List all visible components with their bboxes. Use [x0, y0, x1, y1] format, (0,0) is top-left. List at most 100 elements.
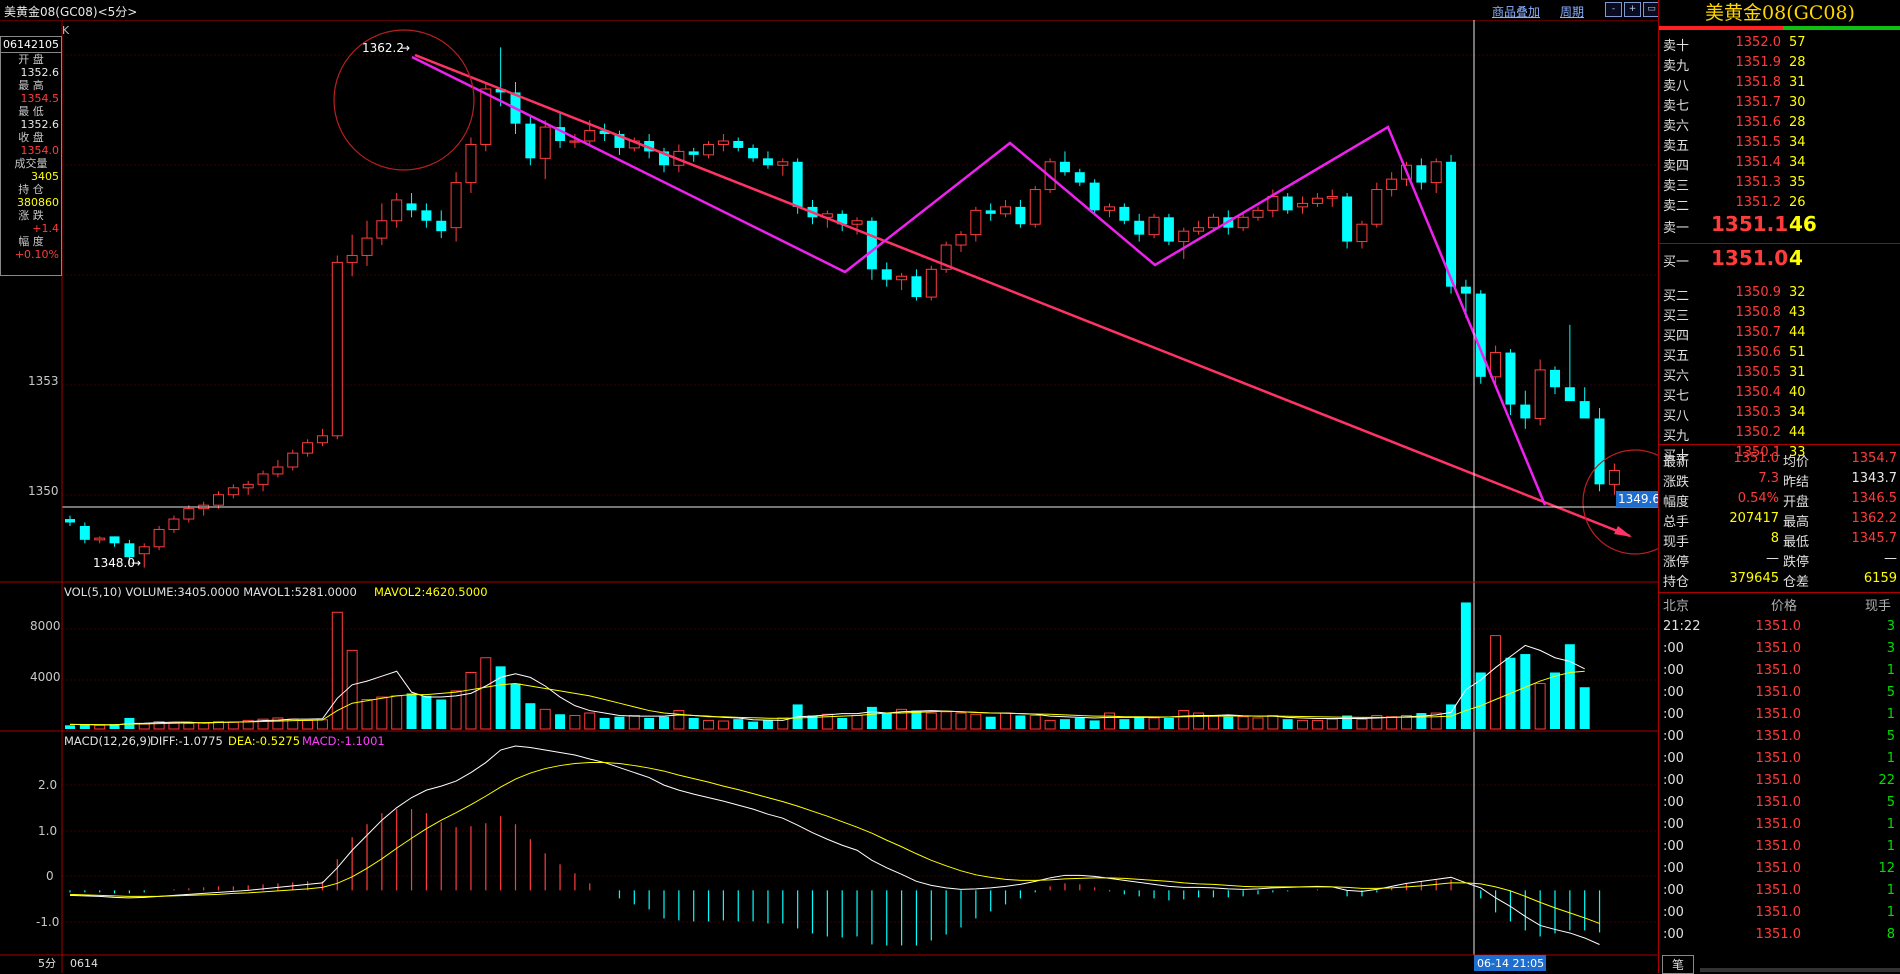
bid-row[interactable]: 买三 1350.8 43 — [1659, 302, 1900, 324]
volume-bar-down — [911, 710, 922, 729]
volume-bar-up — [955, 712, 967, 730]
candle-body-down — [762, 158, 773, 166]
candle-body-up — [1237, 216, 1249, 229]
horizontal-scrollbar[interactable] — [1700, 968, 1900, 972]
tick-volume: 1 — [1886, 817, 1895, 832]
ask-row[interactable]: 卖二 1351.2 26 — [1659, 192, 1900, 214]
vol-tick-8000: 8000 — [30, 619, 61, 633]
bid-price: 1350.2 — [1735, 425, 1782, 440]
ask-row[interactable]: 卖六 1351.6 28 — [1659, 112, 1900, 134]
macd-tick-0: 0 — [46, 869, 54, 883]
volume-bar-down — [748, 721, 759, 729]
bid-row[interactable]: 买五 1350.6 51 — [1659, 342, 1900, 364]
volume-bar-up — [1534, 683, 1546, 730]
ask-row[interactable]: 卖八 1351.8 31 — [1659, 72, 1900, 94]
tick-volume: 1 — [1886, 707, 1895, 722]
volume-bar-down — [1564, 644, 1575, 729]
tick-price: 1351.0 — [1755, 729, 1802, 744]
ask-volume: 28 — [1789, 115, 1806, 130]
info-value: 1352.6 — [20, 66, 60, 79]
volume-bar-down — [495, 666, 506, 729]
trend-annotations — [333, 29, 1658, 555]
bid-price: 1351.0 — [1711, 246, 1789, 270]
candle-body-up — [970, 209, 982, 236]
tick-volume: 3 — [1886, 619, 1895, 634]
candle-body-up — [1371, 189, 1383, 225]
macd-tick-neg1: -1.0 — [36, 915, 59, 929]
candle-body-down — [1550, 369, 1560, 388]
low-arrow-icon: → — [131, 556, 141, 570]
info-label: 成交量 — [14, 157, 48, 170]
ask-row[interactable]: 卖三 1351.3 35 — [1659, 172, 1900, 194]
volume-bar-down — [599, 717, 610, 729]
ask-row[interactable]: 卖一 1351.1 46 — [1659, 212, 1900, 236]
ask-price: 1351.7 — [1735, 95, 1782, 110]
volume-bar-up — [391, 695, 403, 730]
candle-body-up — [703, 143, 715, 156]
candle-body-down — [1163, 217, 1174, 242]
candle-body-up — [302, 442, 314, 454]
tick-price: 1351.0 — [1755, 619, 1802, 634]
candle-body-down — [866, 220, 877, 270]
bid-row[interactable]: 买七 1350.4 40 — [1659, 382, 1900, 404]
candle-body-up — [287, 452, 299, 468]
tick-volume: 5 — [1886, 685, 1895, 700]
candle-body-up — [272, 466, 284, 475]
volume-bar-down — [406, 693, 417, 729]
volume-bar-up — [569, 714, 581, 730]
tick-volume: 12 — [1878, 861, 1895, 876]
tick-row: :00 1351.0 5 — [1659, 726, 1900, 748]
ask-volume: 26 — [1789, 195, 1806, 210]
info-label: 最 高 — [18, 79, 44, 92]
tick-row: :00 1351.0 8 — [1659, 924, 1900, 946]
info-label: 最 低 — [18, 105, 44, 118]
ask-row[interactable]: 卖七 1351.7 30 — [1659, 92, 1900, 114]
ask-row[interactable]: 卖十 1352.0 57 — [1659, 32, 1900, 54]
volume-bar-up — [1356, 718, 1368, 730]
ticks-tab[interactable]: 笔 — [1662, 955, 1694, 974]
volume-bar-up — [376, 696, 388, 730]
volume-bar-down — [436, 699, 447, 729]
volume-bar-down — [1089, 720, 1100, 729]
tick-row: :00 1351.0 3 — [1659, 638, 1900, 660]
stat-value: 8 — [1770, 531, 1779, 546]
bid-row[interactable]: 买九 1350.2 44 — [1659, 422, 1900, 444]
bid-price: 1350.3 — [1735, 405, 1782, 420]
tick-row: :00 1351.0 1 — [1659, 660, 1900, 682]
vol-tick-4000: 4000 — [30, 670, 61, 684]
bar-time-code: 06142105 — [1, 37, 61, 53]
bid-row[interactable]: 买二 1350.9 32 — [1659, 282, 1900, 304]
ask-row[interactable]: 卖四 1351.4 34 — [1659, 152, 1900, 174]
bid-row[interactable]: 买八 1350.3 34 — [1659, 402, 1900, 424]
volume-bar-up — [138, 723, 150, 730]
tick-row: :00 1351.0 12 — [1659, 858, 1900, 880]
stat-value: 379645 — [1729, 571, 1779, 586]
volume-bar-down — [555, 714, 566, 729]
candle-body-up — [376, 220, 388, 239]
ask-price: 1351.1 — [1711, 212, 1789, 236]
bid-row[interactable]: 买四 1350.7 44 — [1659, 322, 1900, 344]
volume-bar-down — [1119, 719, 1130, 729]
candle-body-down — [881, 269, 892, 280]
ask-row[interactable]: 卖五 1351.5 34 — [1659, 132, 1900, 154]
bid-row[interactable]: 买一 1351.0 4 — [1659, 246, 1900, 270]
tick-row: :00 1351.0 1 — [1659, 748, 1900, 770]
candle-body-down — [733, 140, 744, 148]
candle-body-down — [1416, 165, 1427, 183]
candle-body-down — [985, 210, 996, 214]
candle-body-up — [584, 130, 596, 142]
info-value: 1354.5 — [20, 92, 60, 105]
stat-value: — — [1884, 551, 1897, 566]
bid-row[interactable]: 买六 1350.5 31 — [1659, 362, 1900, 384]
ask-price: 1351.6 — [1735, 115, 1782, 130]
tick-time: :00 — [1663, 905, 1684, 920]
tick-volume: 5 — [1886, 729, 1895, 744]
k-axis-label: K — [62, 24, 70, 37]
candle-body-down — [911, 276, 922, 298]
stat-row: 现手 8 最低 1345.7 — [1659, 528, 1900, 550]
kline-chart[interactable]: K 1353 1350 1362.2 → 1348.0 → 1349.6 VOL… — [0, 0, 1658, 973]
price-tick-1353: 1353 — [28, 374, 59, 388]
ask-row[interactable]: 卖九 1351.9 28 — [1659, 52, 1900, 74]
stat-value: 1354.7 — [1851, 451, 1898, 466]
candle-body-down — [1074, 172, 1085, 183]
